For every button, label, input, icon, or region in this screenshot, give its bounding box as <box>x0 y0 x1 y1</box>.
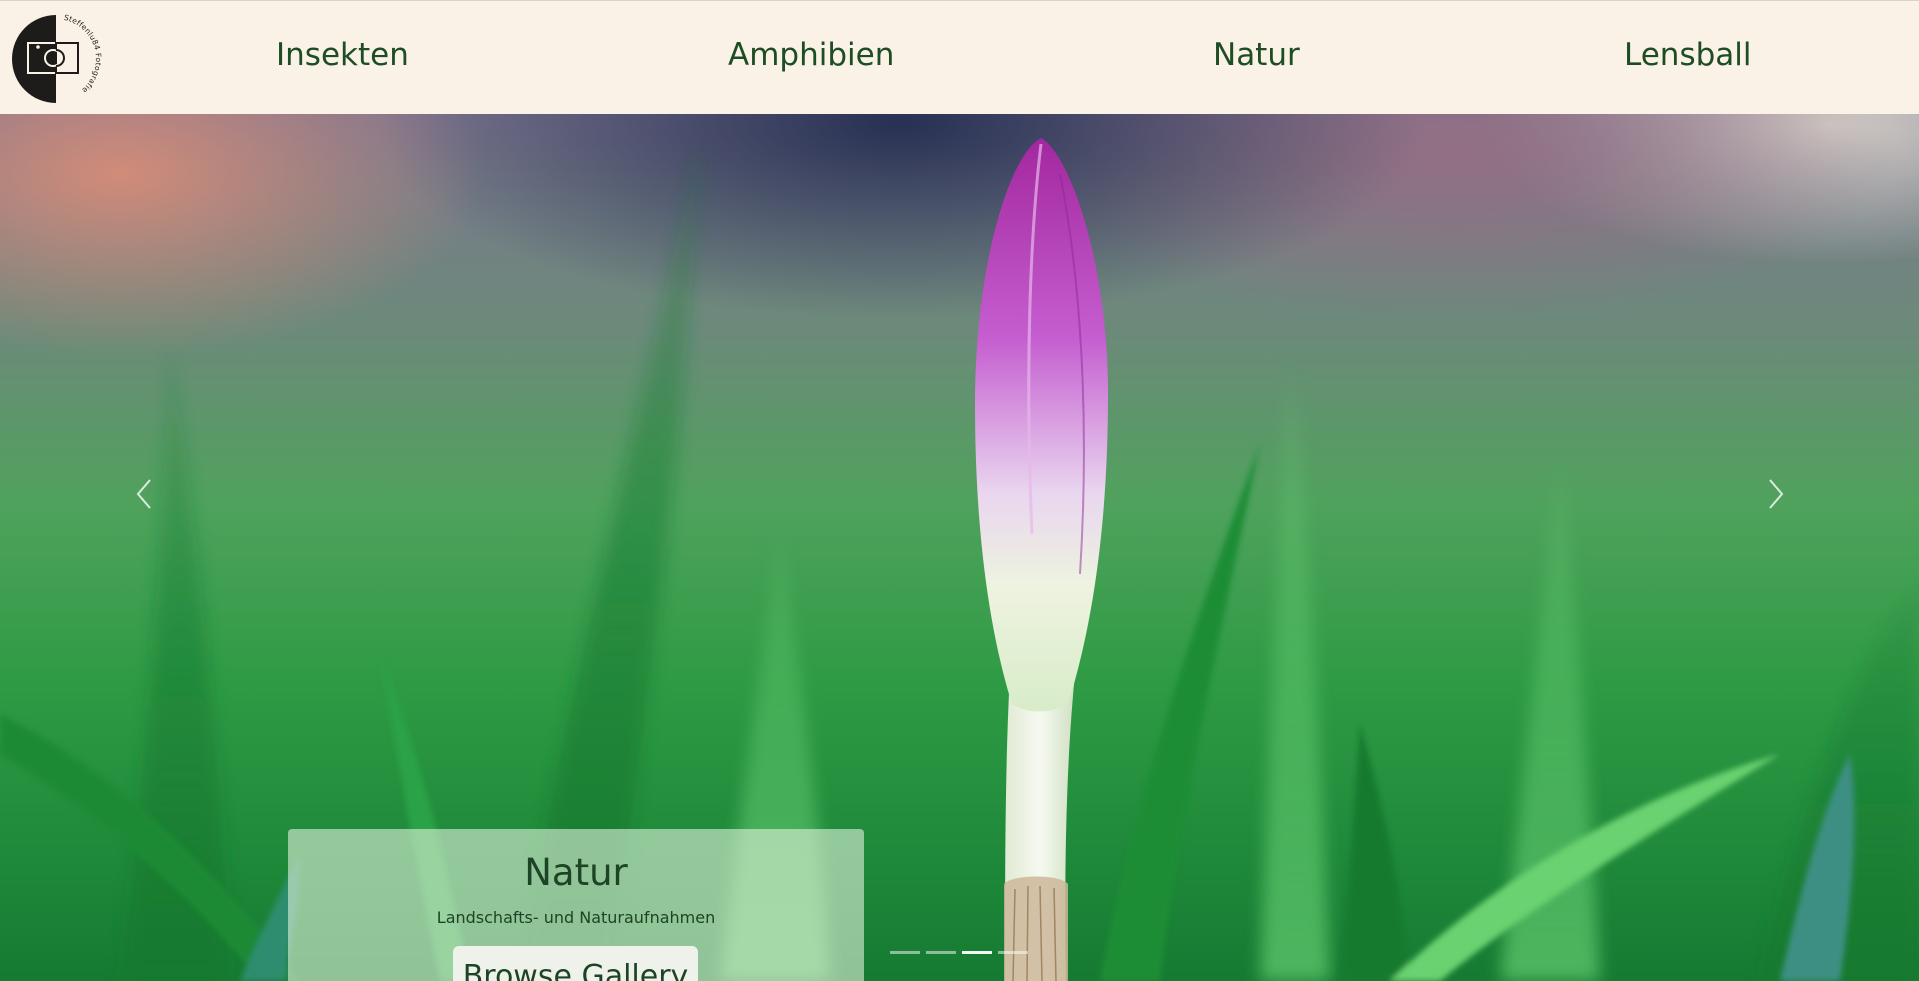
hero-carousel: Natur Landschafts- und Naturaufnahmen Br… <box>0 114 1919 981</box>
browse-gallery-button[interactable]: Browse Gallery <box>453 946 698 981</box>
carousel-next-button[interactable] <box>1746 464 1806 524</box>
slide-subtitle: Landschafts- und Naturaufnahmen <box>436 908 716 927</box>
carousel-indicator[interactable] <box>962 951 992 954</box>
site-logo[interactable]: Steffenlu84 Fotografie <box>10 13 103 105</box>
nav-item-amphibien[interactable]: Amphibien <box>728 37 894 81</box>
carousel-prev-button[interactable] <box>114 464 174 524</box>
svg-text:Steffenlu84 Fotografie: Steffenlu84 Fotografie <box>63 13 102 95</box>
nav-item-lensball[interactable]: Lensball <box>1624 37 1752 81</box>
carousel-indicator[interactable] <box>998 951 1028 954</box>
carousel-indicator[interactable] <box>890 951 920 954</box>
camera-icon: Steffenlu84 Fotografie <box>12 13 103 103</box>
nav-item-natur[interactable]: Natur <box>1213 37 1300 81</box>
chevron-right-icon <box>1769 479 1784 509</box>
carousel-indicator[interactable] <box>926 951 956 954</box>
nav-item-insekten[interactable]: Insekten <box>276 37 409 81</box>
chevron-left-icon <box>136 479 151 509</box>
site-header: Steffenlu84 Fotografie Insekten Amphibie… <box>0 0 1919 114</box>
slide-title: Natur <box>524 851 628 894</box>
slide-caption: Natur Landschafts- und Naturaufnahmen Br… <box>288 829 864 981</box>
